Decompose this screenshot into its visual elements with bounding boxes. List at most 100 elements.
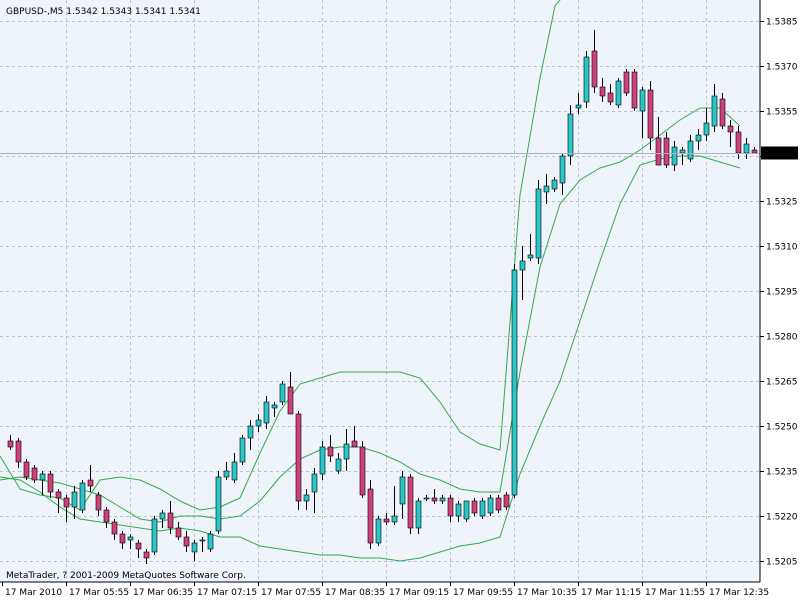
candle-body [687,140,694,160]
candle-body [207,533,214,550]
candle-body [743,143,750,154]
candle-body [95,494,102,511]
candle [239,435,246,465]
candle-body [239,437,246,463]
candle [407,474,414,534]
copyright-label: MetaTrader, ? 2001-2009 MetaQuotes Softw… [6,571,246,581]
candle-body [87,479,94,487]
candle-body [287,386,294,415]
time-axis: 17 Mar 2010 17 Mar 05:55 17 Mar 06:35 17 Ma… [2,582,769,598]
candle-body [391,515,398,523]
candle [319,441,326,480]
candle-body [47,473,54,493]
x-tick-label: 17 Mar 06:35 [133,588,193,598]
candle-body [591,50,598,88]
candle [215,471,222,534]
candle-body [223,470,230,478]
candle-body [31,467,38,481]
candle-body [719,98,726,127]
candle-body [735,131,742,154]
current-price-label: 1.5341 [764,150,796,160]
candle-body [431,497,438,502]
candle [479,498,486,519]
candle-body [367,488,374,544]
candle-body [183,536,190,547]
candle-body [479,500,486,517]
candle-body [39,473,46,481]
candle-body [295,413,302,502]
y-tick-label: 1.5250 [766,423,798,433]
x-tick-label: 17 Mar 07:15 [197,588,257,598]
candle [375,516,382,546]
candle-body [527,254,534,259]
candle-body [415,500,422,529]
candle-body [543,185,550,193]
candle-body [71,491,78,508]
candle [31,465,38,483]
candle-body [351,440,358,448]
candle [535,180,542,264]
candle-body [191,542,198,553]
candle-body [319,446,326,475]
candle-body [655,137,662,166]
candle-body [23,461,30,478]
candle-body [487,497,494,514]
candle-body [103,509,110,523]
candle-body [599,86,606,97]
candle-body [631,71,638,109]
candle [567,105,574,165]
y-tick-label: 1.5385 [766,18,798,28]
candle-body [727,125,734,133]
candle-body [407,476,414,529]
candle-body [503,494,510,508]
candle-body [671,146,678,166]
x-tick-label: 17 Mar 07:55 [261,588,321,598]
candle [359,441,366,498]
candle [151,516,158,555]
candle-body [639,89,646,112]
candle-body [711,95,718,127]
y-tick-label: 1.5370 [766,63,798,73]
x-tick-label: 17 Mar 10:35 [517,588,577,598]
candle-body [127,536,134,541]
candle-body [463,500,470,520]
candle-body [471,500,478,514]
candle-body [399,476,406,505]
candle-body [215,476,222,532]
symbol-info-label: GBPUSD-,M5 1.5342 1.5343 1.5341 1.5341 [6,7,201,17]
candle [511,264,518,498]
candle-body [423,497,430,500]
candle-body [111,521,118,535]
candle [463,500,470,522]
candle [79,480,86,513]
candle-body [751,149,758,154]
y-tick-label: 1.5310 [766,243,798,253]
y-tick-label: 1.5325 [766,198,798,208]
candle [495,495,502,513]
price-chart[interactable]: 1.53851.53701.53551.53401.53251.53101.52… [0,0,800,600]
x-tick-label: 17 Mar 12:35 [709,588,769,598]
y-tick-label: 1.5295 [766,288,798,298]
candle [631,69,638,111]
candle-body [79,482,86,511]
candle-body [151,518,158,553]
candle [279,381,286,405]
candle-body [135,542,142,550]
candle-body [263,401,270,424]
candle-body [607,92,614,103]
y-tick-label: 1.5235 [766,468,798,478]
candle-body [559,155,566,184]
y-tick-label: 1.5205 [766,558,798,568]
candle [583,51,590,108]
candle-body [383,518,390,523]
x-tick-label: 17 Mar 09:55 [453,588,513,598]
candle-body [303,494,310,502]
candle [23,459,30,480]
candle-body [55,491,62,499]
candle-body [447,497,454,517]
y-tick-label: 1.5265 [766,378,798,388]
candle [487,495,494,516]
candle-body [375,518,382,544]
candle-body [623,71,630,94]
candle-body [583,56,590,103]
